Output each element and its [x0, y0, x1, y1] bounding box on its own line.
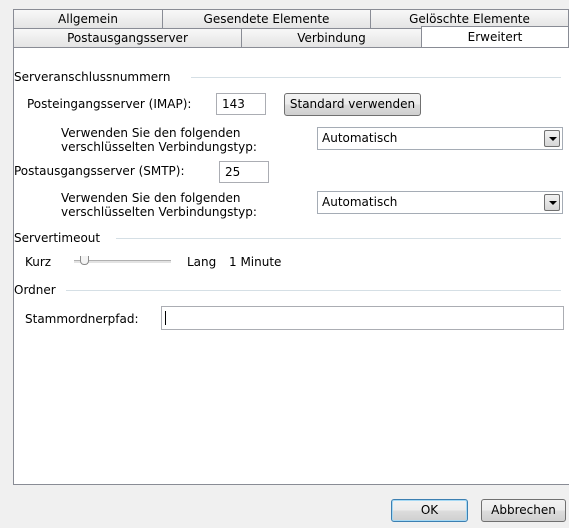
tab-allgemein[interactable]: Allgemein	[13, 9, 163, 28]
timeout-value: 1 Minute	[229, 255, 282, 269]
group-title-folders: Ordner	[14, 283, 56, 297]
timeout-long-label: Lang	[187, 255, 217, 269]
group-title-server-timeout: Servertimeout	[14, 231, 101, 245]
group-divider	[116, 238, 561, 239]
smtp-port-label: Postausgangsserver (SMTP):	[14, 164, 185, 178]
imap-encryption-label: Verwenden Sie den folgenden verschlüssel…	[61, 126, 257, 154]
imap-port-label: Posteingangsserver (IMAP):	[27, 97, 192, 111]
ok-button[interactable]: OK	[391, 499, 468, 522]
tab-erweitert[interactable]: Erweitert	[421, 26, 569, 47]
cancel-button[interactable]: Abbrechen	[481, 499, 566, 522]
smtp-encryption-value: Automatisch	[322, 195, 398, 209]
chevron-down-icon[interactable]	[544, 194, 560, 211]
timeout-short-label: Kurz	[25, 255, 52, 269]
group-title-server-ports: Serveranschlussnummern	[14, 70, 171, 84]
root-path-input[interactable]	[161, 306, 564, 330]
imap-encryption-value: Automatisch	[322, 131, 398, 145]
smtp-encryption-label: Verwenden Sie den folgenden verschlüssel…	[61, 191, 257, 219]
text-cursor	[165, 311, 166, 325]
group-divider	[66, 290, 561, 291]
tab-postausgangsserver[interactable]: Postausgangsserver	[13, 28, 242, 47]
tab-row-front: Postausgangsserver Verbindung Erweitert	[13, 26, 569, 47]
root-path-label: Stammordnerpfad:	[25, 312, 139, 326]
smtp-port-input[interactable]: 25	[219, 161, 269, 183]
tab-panel-erweitert: Serveranschlussnummern Posteingangsserve…	[13, 47, 569, 485]
use-default-button[interactable]: Standard verwenden	[284, 93, 421, 116]
smtp-encryption-select[interactable]: Automatisch	[317, 191, 563, 214]
imap-encryption-select[interactable]: Automatisch	[317, 127, 563, 150]
group-divider	[191, 77, 561, 78]
timeout-slider-thumb[interactable]	[79, 256, 89, 265]
tab-verbindung[interactable]: Verbindung	[241, 28, 422, 47]
tab-gesendete-elemente[interactable]: Gesendete Elemente	[162, 9, 371, 28]
chevron-down-icon[interactable]	[544, 130, 560, 147]
imap-port-input[interactable]: 143	[216, 93, 266, 115]
